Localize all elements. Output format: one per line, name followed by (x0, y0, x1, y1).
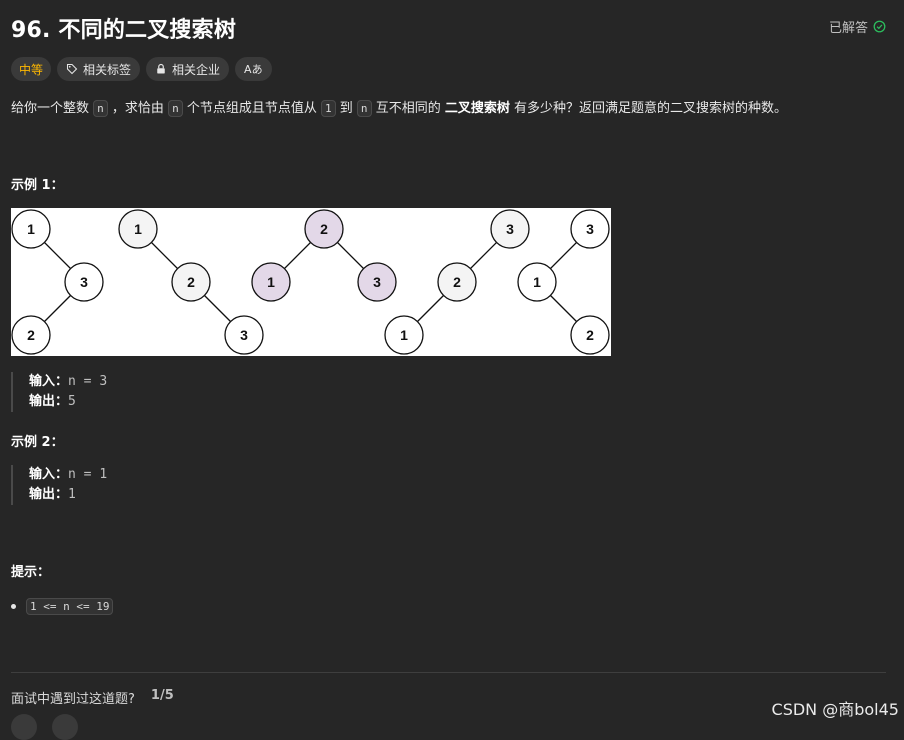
constraint-code: 1 <= n <= 19 (26, 598, 114, 615)
input-label: 输入： (29, 374, 69, 389)
desc-text: 互不相同的 (375, 101, 441, 116)
interview-count: 1/5 (150, 688, 174, 703)
output-value: 5 (68, 394, 76, 409)
input-value: n = 3 (68, 374, 108, 389)
problem-title: 96. 不同的二叉搜索树 (11, 18, 237, 43)
tree-node-label: 3 (506, 221, 514, 237)
problem-description: 给你一个整数 n ，求恰由 n 个节点组成且节点值从 1 到 n 互不相同的 二… (11, 99, 891, 119)
related-tags-label: 相关标签 (83, 62, 132, 77)
example-1-io: 输入：n = 3 输出：5 (11, 372, 107, 412)
tree-node-label: 3 (240, 327, 248, 343)
tree-node-label: 2 (453, 274, 461, 290)
input-value: n = 1 (68, 467, 108, 482)
desc-text: 个节点组成且节点值从 (186, 101, 317, 116)
tree-node-label: 2 (586, 327, 594, 343)
watermark: CSDN @商bol45 (771, 700, 899, 719)
tree-node-label: 3 (373, 274, 381, 290)
difficulty-badge[interactable]: 中等 (11, 57, 52, 81)
constraint-item: 1 <= n <= 19 (11, 598, 114, 615)
inline-code-1: 1 (321, 100, 336, 117)
tree-node-label: 2 (187, 274, 195, 290)
input-label: 输入： (29, 467, 69, 482)
tree-node-label: 1 (27, 221, 35, 237)
bst-diagram: 1 3 2 1 2 3 2 1 3 3 2 1 3 1 2 (11, 208, 611, 356)
tree-node-label: 3 (80, 274, 88, 290)
related-tags-button[interactable]: 相关标签 (57, 57, 141, 81)
inline-code-n: n (93, 100, 108, 117)
check-circle-icon (873, 20, 886, 33)
interview-footer[interactable]: 面试中遇到过这道题? 1/5 (11, 688, 174, 707)
tree-node-label: 1 (267, 274, 275, 290)
output-value: 1 (68, 487, 76, 502)
font-translate-button[interactable]: Aあ (235, 57, 272, 81)
inline-code-n: n (168, 100, 183, 117)
tag-icon (66, 63, 78, 75)
tree-node-label: 2 (320, 221, 328, 237)
like-button[interactable] (11, 714, 37, 740)
desc-text: 有多少种？返回满足题意的二叉搜索树的种数。 (514, 101, 788, 116)
inline-code-n: n (356, 100, 372, 117)
divider (11, 672, 886, 673)
tree-node-label: 1 (533, 274, 541, 290)
translate-icon: Aあ (244, 63, 263, 76)
solved-status: 已解答 (829, 17, 886, 36)
dislike-button[interactable] (52, 714, 78, 740)
tree-node-label: 1 (134, 221, 142, 237)
lock-icon (157, 63, 165, 74)
bst-term: 二叉搜索树 (444, 101, 510, 116)
tree-node-label: 1 (400, 327, 408, 343)
desc-text: 给你一个整数 (11, 101, 90, 116)
desc-text: 到 (339, 101, 353, 116)
example-2-io: 输入：n = 1 输出：1 (11, 465, 107, 505)
example-2-heading: 示例 2： (11, 435, 64, 450)
bst-diagram-svg: 1 3 2 1 2 3 2 1 3 3 2 1 3 1 2 (11, 209, 610, 355)
bullet (11, 604, 16, 609)
tree-node-label: 3 (586, 221, 594, 237)
solved-label: 已解答 (828, 21, 868, 36)
interview-question: 面试中遇到过这道题? (11, 692, 135, 707)
output-label: 输出： (29, 394, 69, 409)
desc-text: ，求恰由 (111, 101, 164, 116)
tree-node-label: 2 (27, 327, 35, 343)
output-label: 输出： (29, 487, 69, 502)
example-1-heading: 示例 1： (11, 178, 64, 193)
related-companies-button[interactable]: 相关企业 (146, 57, 230, 81)
tag-row: 中等 相关标签 相关企业 Aあ (11, 57, 272, 81)
hints-heading: 提示： (11, 565, 51, 580)
related-companies-label: 相关企业 (172, 62, 221, 77)
